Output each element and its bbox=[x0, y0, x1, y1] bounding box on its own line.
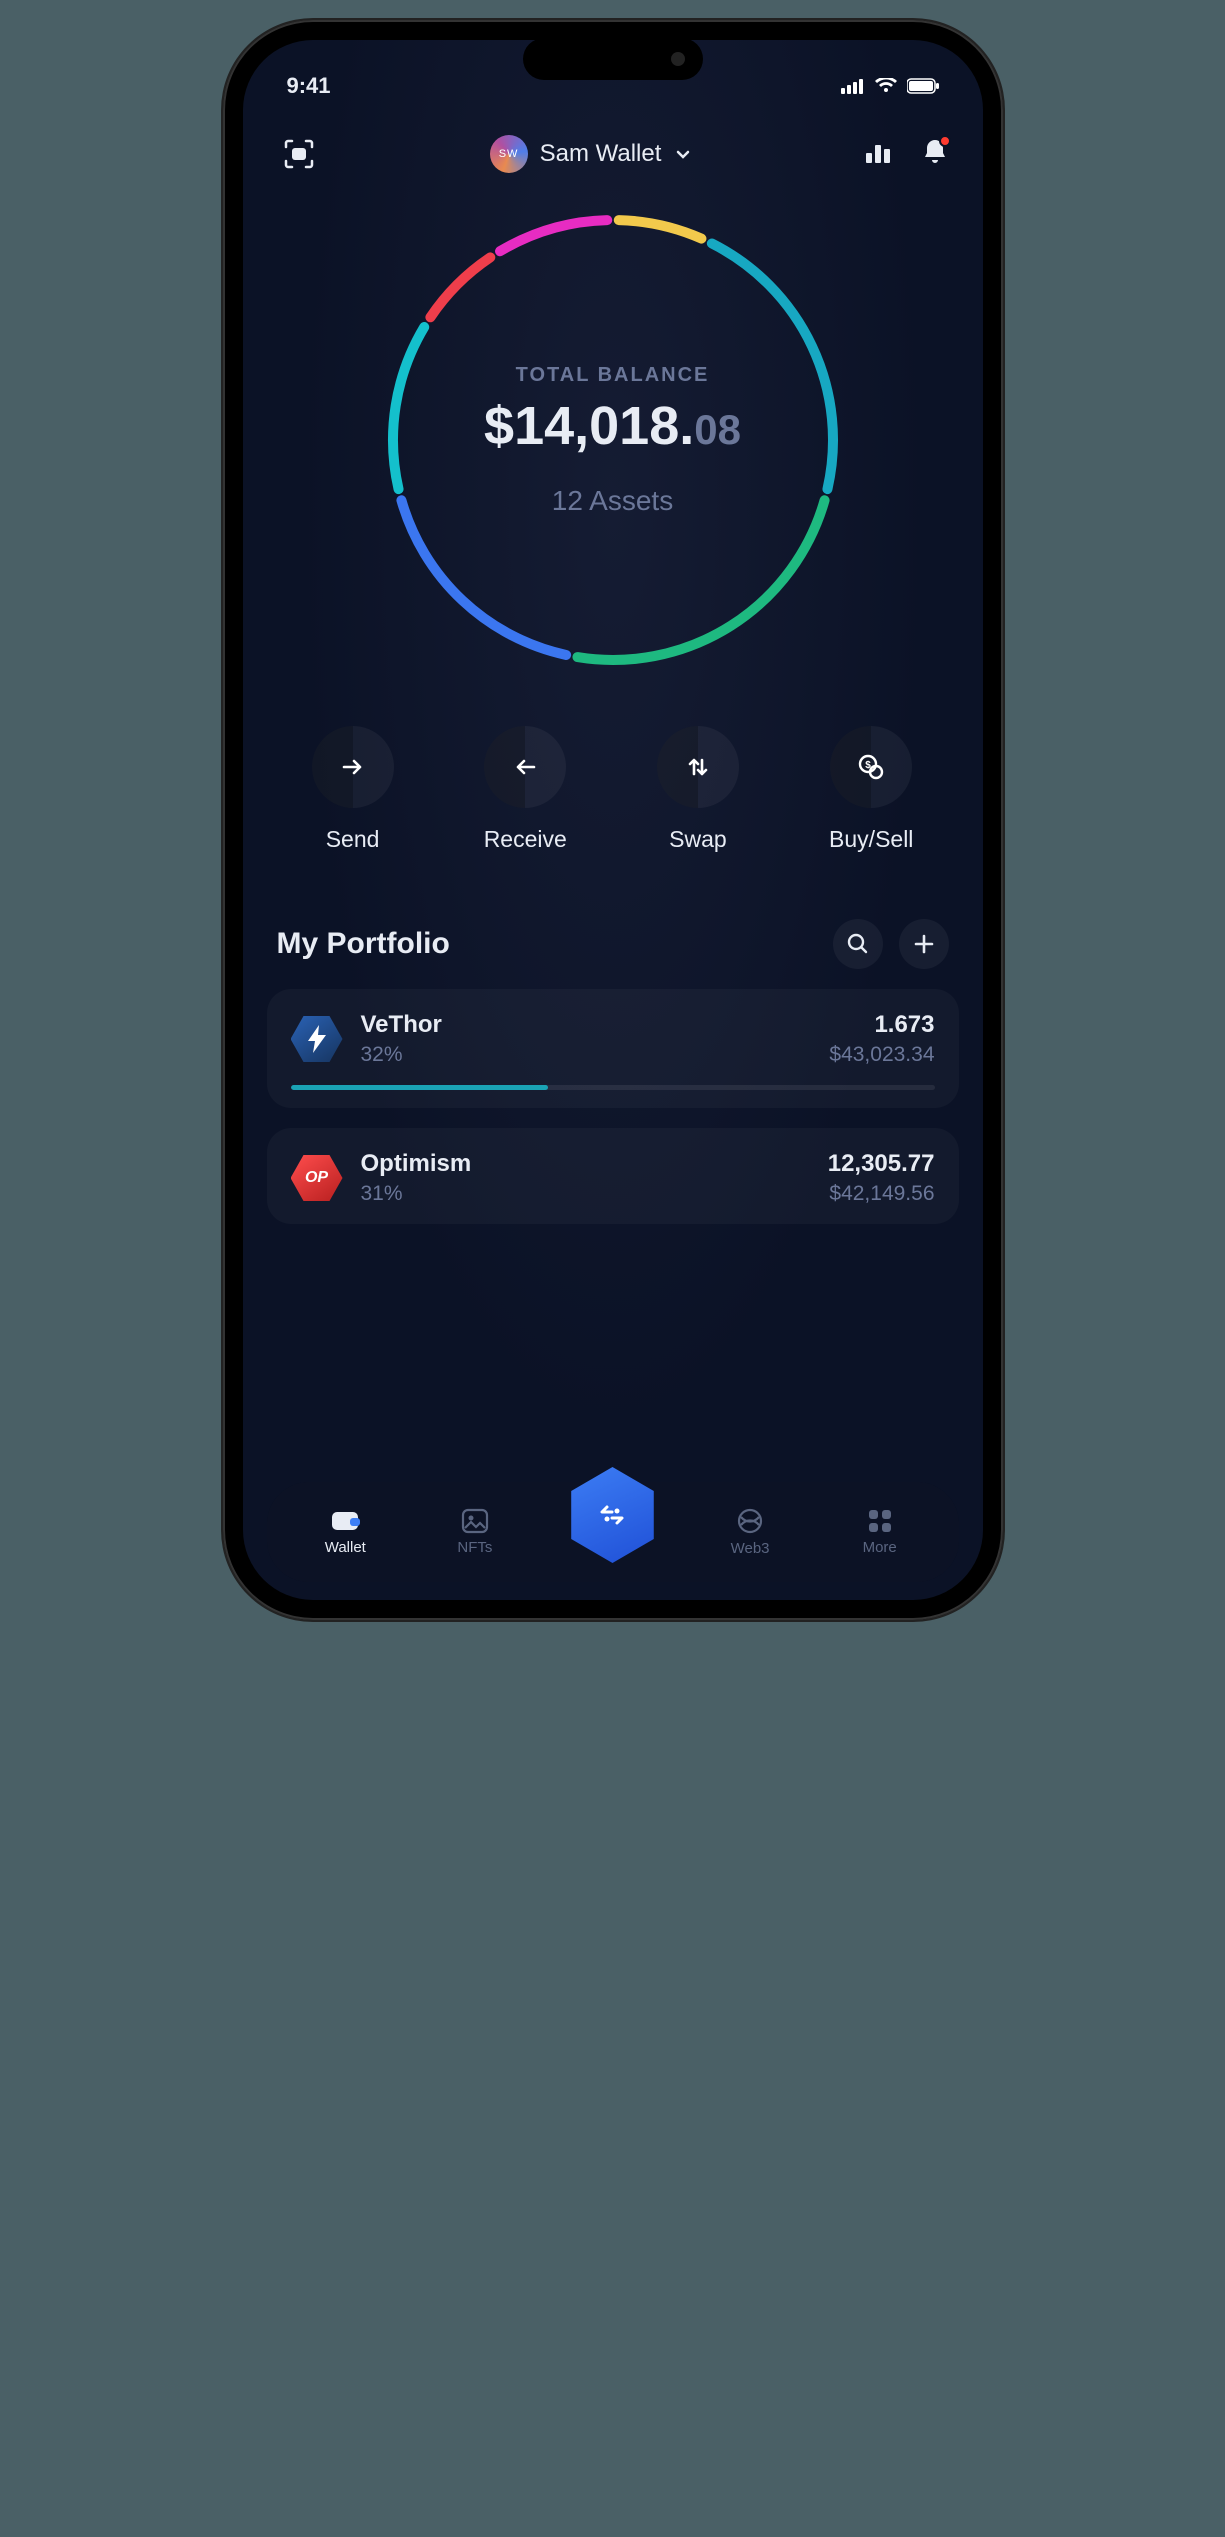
image-icon bbox=[461, 1508, 489, 1534]
asset-name: Optimism bbox=[361, 1150, 810, 1178]
notifications-button[interactable] bbox=[921, 137, 949, 172]
token-badge: OP bbox=[291, 1152, 343, 1204]
portfolio-title: My Portfolio bbox=[277, 927, 450, 961]
search-icon bbox=[846, 932, 870, 956]
plus-icon bbox=[912, 932, 936, 956]
scan-button[interactable] bbox=[277, 132, 321, 176]
asset-name: VeThor bbox=[361, 1011, 812, 1039]
grid-icon bbox=[867, 1508, 893, 1534]
wallet-name: Sam Wallet bbox=[540, 140, 662, 168]
swap-button[interactable]: Swap bbox=[657, 726, 739, 853]
avatar: SW bbox=[490, 135, 528, 173]
asset-progress bbox=[291, 1085, 935, 1090]
tab-more-label: More bbox=[863, 1539, 897, 1556]
search-button[interactable] bbox=[833, 919, 883, 969]
asset-card[interactable]: VeThor 32% 1.673 $43,023.34 bbox=[267, 989, 959, 1108]
cellular-icon bbox=[841, 78, 865, 94]
receive-button[interactable]: Receive bbox=[484, 726, 567, 853]
asset-value: $42,149.56 bbox=[828, 1182, 935, 1206]
coins-icon: $ bbox=[855, 751, 887, 783]
scan-icon bbox=[281, 136, 317, 172]
wifi-icon bbox=[875, 78, 897, 94]
swap-icon bbox=[683, 752, 713, 782]
chevron-down-icon bbox=[673, 144, 693, 164]
balance-ring[interactable]: TOTAL BALANCE $14,018.08 12 Assets bbox=[373, 200, 853, 680]
bar-chart-icon bbox=[863, 137, 893, 167]
device-frame: 9:41 SW Sam Wallet bbox=[223, 20, 1003, 1620]
arrow-left-icon bbox=[510, 752, 540, 782]
tab-nfts-label: NFTs bbox=[457, 1539, 492, 1556]
asset-card[interactable]: OP Optimism 31% 12,305.77 $42,149.56 bbox=[267, 1128, 959, 1224]
token-hex-icon bbox=[291, 1016, 343, 1062]
asset-amount: 12,305.77 bbox=[828, 1150, 935, 1178]
balance-cents: 08 bbox=[694, 406, 741, 454]
balance-center: TOTAL BALANCE $14,018.08 12 Assets bbox=[373, 200, 853, 680]
top-bar: SW Sam Wallet bbox=[243, 110, 983, 186]
arrow-right-icon bbox=[338, 752, 368, 782]
balance-section: TOTAL BALANCE $14,018.08 12 Assets bbox=[243, 186, 983, 720]
trade-icon bbox=[594, 1497, 630, 1533]
wallet-selector[interactable]: SW Sam Wallet bbox=[490, 135, 694, 173]
tab-web3[interactable]: Web3 bbox=[710, 1507, 790, 1557]
device-notch bbox=[523, 38, 703, 80]
avatar-initials: SW bbox=[499, 148, 519, 160]
send-button[interactable]: Send bbox=[312, 726, 394, 853]
tab-center-action[interactable] bbox=[564, 1467, 660, 1563]
battery-icon bbox=[907, 78, 939, 94]
globe-icon bbox=[736, 1507, 764, 1535]
portfolio-header: My Portfolio bbox=[243, 893, 983, 989]
assets-count: 12 Assets bbox=[552, 485, 673, 517]
balance-label: TOTAL BALANCE bbox=[516, 364, 710, 387]
app-screen: 9:41 SW Sam Wallet bbox=[243, 40, 983, 1600]
tab-wallet-label: Wallet bbox=[325, 1539, 366, 1556]
status-time: 9:41 bbox=[287, 73, 331, 99]
buysell-label: Buy/Sell bbox=[829, 826, 913, 853]
tab-wallet[interactable]: Wallet bbox=[305, 1508, 385, 1556]
wallet-icon bbox=[330, 1508, 360, 1534]
asset-percent: 31% bbox=[361, 1182, 810, 1206]
notification-dot bbox=[939, 135, 951, 147]
asset-percent: 32% bbox=[361, 1043, 812, 1067]
token-badge bbox=[291, 1013, 343, 1065]
stats-button[interactable] bbox=[863, 137, 893, 172]
asset-list: VeThor 32% 1.673 $43,023.34 OP Optimism … bbox=[243, 989, 983, 1224]
tab-more[interactable]: More bbox=[840, 1508, 920, 1556]
send-label: Send bbox=[326, 826, 380, 853]
tab-nfts[interactable]: NFTs bbox=[435, 1508, 515, 1556]
swap-label: Swap bbox=[669, 826, 727, 853]
token-hex-icon: OP bbox=[291, 1155, 343, 1201]
asset-value: $43,023.34 bbox=[829, 1043, 934, 1067]
balance-main: $14,018. bbox=[484, 395, 694, 457]
asset-amount: 1.673 bbox=[829, 1011, 934, 1039]
receive-label: Receive bbox=[484, 826, 567, 853]
actions-row: Send Receive Swap $ Buy/Sell bbox=[243, 720, 983, 893]
add-button[interactable] bbox=[899, 919, 949, 969]
status-icons bbox=[841, 78, 939, 94]
buysell-button[interactable]: $ Buy/Sell bbox=[829, 726, 913, 853]
tab-web3-label: Web3 bbox=[731, 1540, 770, 1557]
balance-amount: $14,018.08 bbox=[484, 395, 741, 457]
tab-bar: Wallet NFTs Web3 More bbox=[267, 1482, 959, 1582]
